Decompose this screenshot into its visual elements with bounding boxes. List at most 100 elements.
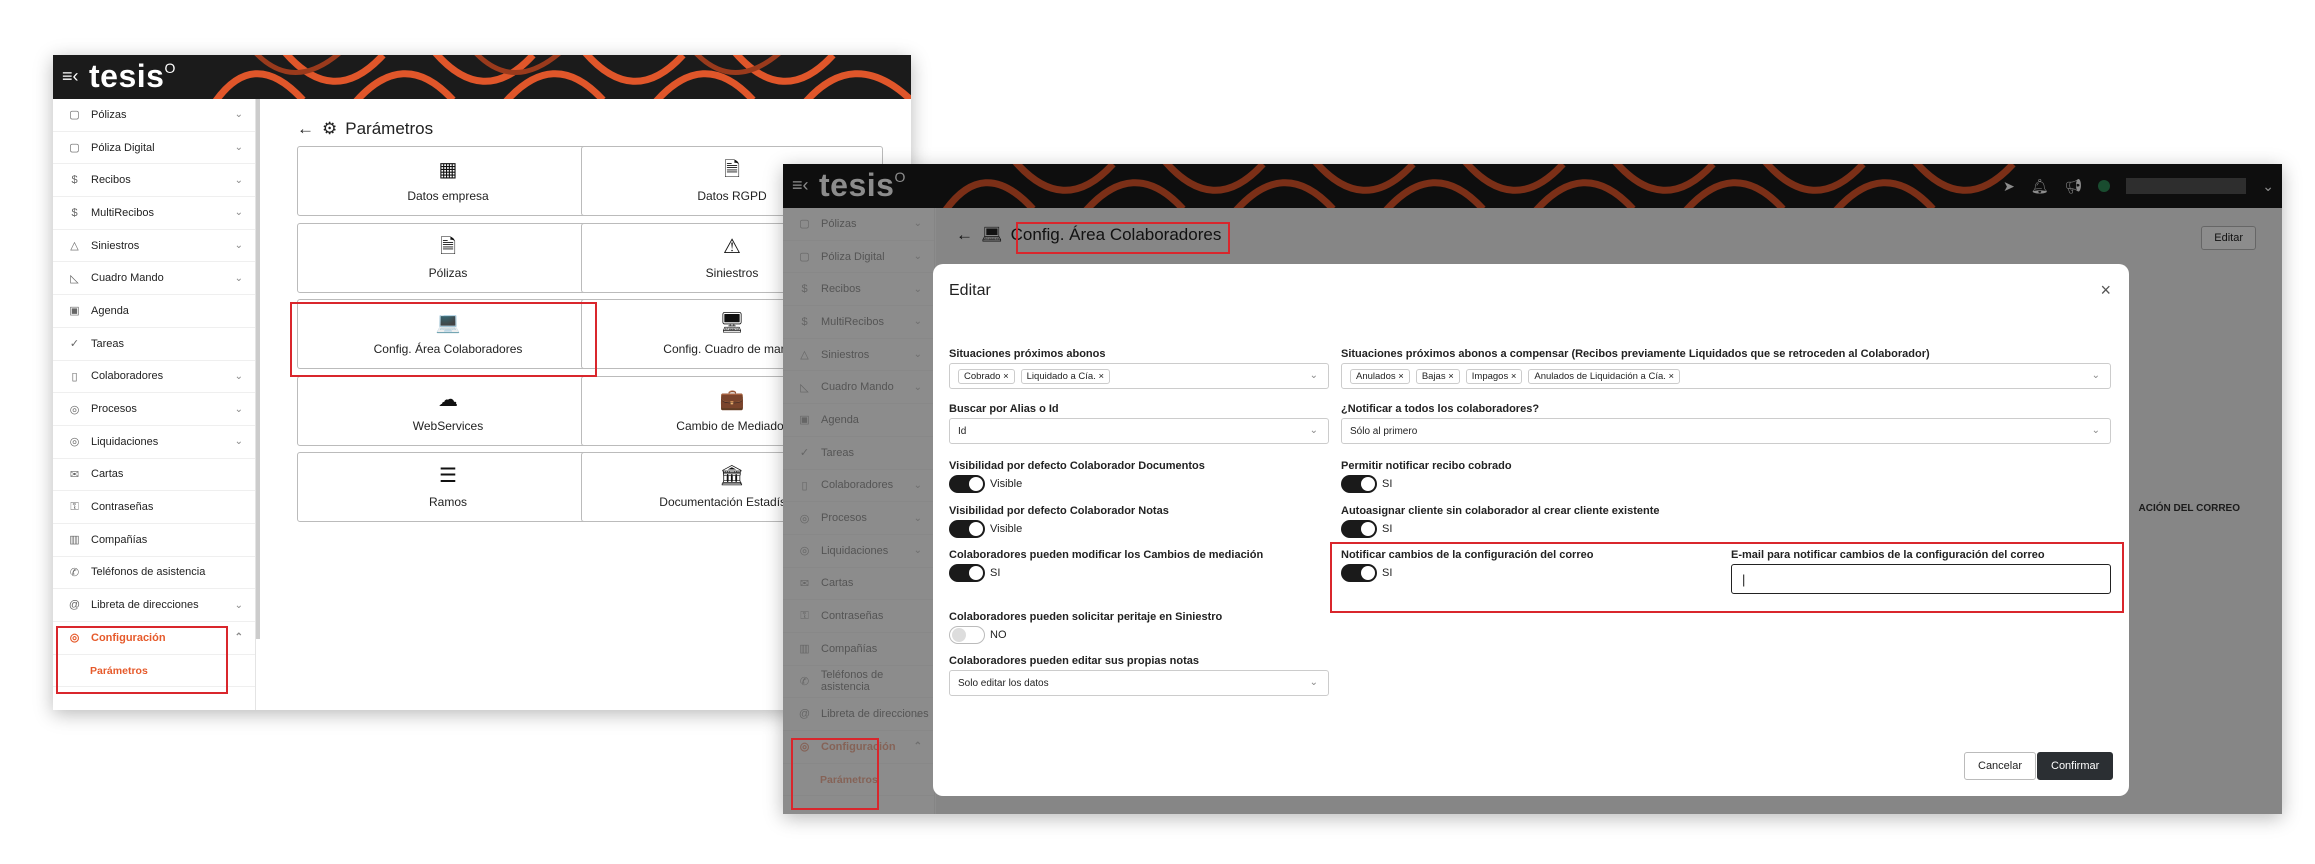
sidebar-item-configuracion[interactable]: ◎ Configuración ⌃ — [53, 622, 255, 655]
header-pattern — [213, 55, 911, 99]
sidebar-item-tareas[interactable]: ✓ Tareas — [53, 328, 255, 361]
editar-notas-select[interactable]: Solo editar los datos ⌄ — [949, 670, 1329, 696]
card-label: Pólizas — [428, 266, 468, 280]
confirm-button[interactable]: Confirmar — [2037, 752, 2114, 780]
card-label: Cambio de Mediador — [676, 419, 788, 433]
cancel-button[interactable]: Cancelar — [1964, 752, 2037, 780]
sidebar-item-cuadro-mando[interactable]: ◺ Cuadro Mando ⌄ — [53, 262, 255, 296]
sidebar-item-label: Libreta de direcciones — [91, 599, 199, 612]
card-label: Datos RGPD — [697, 189, 767, 203]
buscar-select[interactable]: Id ⌄ — [949, 418, 1329, 444]
mod-mediacion-toggle[interactable]: SI — [949, 564, 1000, 582]
switch[interactable] — [949, 564, 985, 582]
chip[interactable]: Bajas × — [1415, 368, 1460, 384]
notificar-todos-label: ¿Notificar a todos los colaboradores? — [1341, 403, 1540, 415]
dollar-icon: $ — [71, 206, 78, 219]
chevron-down-icon: ⌄ — [234, 403, 243, 415]
sidebar-item-label: Cuadro Mando — [91, 272, 164, 285]
notif-cambios-toggle[interactable]: SI — [1341, 564, 1392, 582]
autoasignar-toggle[interactable]: SI — [1341, 520, 1392, 538]
sidebar-item-agenda[interactable]: ▣ Agenda — [53, 295, 255, 328]
peritaje-label: Colaboradores pueden solicitar peritaje … — [949, 611, 1223, 623]
card-label: WebServices — [412, 419, 484, 433]
chip[interactable]: Cobrado × — [958, 368, 1015, 384]
sidebar-item-poliza-digital[interactable]: ▢ Póliza Digital ⌄ — [53, 132, 255, 165]
card-icon: 🗎 — [439, 236, 457, 258]
switch[interactable] — [949, 475, 985, 493]
sidebar-item-cartas[interactable]: ✉ Cartas — [53, 459, 255, 492]
sidebar-item-multirecibos[interactable]: $ MultiRecibos ⌄ — [53, 197, 255, 230]
app-logo[interactable]: tesisO — [89, 58, 176, 95]
at-icon: @ — [68, 599, 81, 612]
card-icon: 🏛 — [719, 465, 745, 487]
switch[interactable] — [1341, 475, 1377, 493]
switch[interactable] — [1341, 520, 1377, 538]
config-icon: ◎ — [69, 632, 80, 645]
sidebar-item-polizas[interactable]: ▢ Pólizas ⌄ — [53, 99, 255, 132]
card-webservices[interactable]: ☁ WebServices — [297, 376, 599, 446]
sidebar-item-label: Parámetros — [90, 664, 148, 677]
card-icon: 🗎 — [723, 159, 741, 181]
sidebar-item-companias[interactable]: ▥ Compañías — [53, 524, 255, 557]
card-label: Datos empresa — [407, 189, 489, 203]
sidebar-item-recibos[interactable]: $ Recibos ⌄ — [53, 164, 255, 198]
peritaje-toggle[interactable]: NO — [949, 626, 1007, 644]
buscar-label: Buscar por Alias o Id — [949, 403, 1059, 415]
sidebar-item-label: Compañías — [91, 533, 148, 546]
top-bar: ≡‹ tesisO — [53, 55, 911, 99]
editar-notas-label: Colaboradores pueden editar sus propias … — [949, 655, 1199, 667]
document-icon: ▢ — [69, 109, 80, 122]
sidebar-item-telefonos-de-asistencia[interactable]: ✆ Teléfonos de asistencia — [53, 557, 255, 590]
settle-icon: ◎ — [69, 436, 80, 449]
notificar-todos-value: Sólo al primero — [1350, 425, 1418, 437]
notificar-todos-select[interactable]: Sólo al primero ⌄ — [1341, 418, 2111, 444]
permitir-notif-toggle[interactable]: SI — [1341, 475, 1392, 493]
chevron-down-icon: ⌄ — [1309, 677, 1318, 688]
mod-mediacion-label: Colaboradores pueden modificar los Cambi… — [949, 549, 1264, 561]
vis-doc-toggle[interactable]: Visible — [949, 475, 1022, 493]
buscar-value: Id — [958, 425, 967, 437]
sit-prox-compensar-select[interactable]: Anulados × Bajas × Impagos × Anulados de… — [1341, 363, 2111, 389]
chip[interactable]: Anulados × — [1350, 368, 1410, 384]
toggle-text: SI — [1382, 523, 1393, 535]
gear-icon: ⚙ — [322, 119, 338, 138]
chevron-down-icon: ⌄ — [234, 142, 243, 154]
sidebar-item-liquidaciones[interactable]: ◎ Liquidaciones ⌄ — [53, 426, 255, 459]
sidebar-item-procesos[interactable]: ◎ Procesos ⌄ — [53, 393, 255, 426]
sidebar-item-colaboradores[interactable]: ▯ Colaboradores ⌄ — [53, 361, 255, 394]
sidebar-subitem-parametros[interactable]: Parámetros — [53, 655, 255, 688]
process-icon: ◎ — [69, 403, 80, 416]
chip[interactable]: Liquidado a Cía. × — [1020, 368, 1111, 384]
card-config-area-colaboradores[interactable]: 💻 Config. Área Colaboradores — [297, 299, 599, 369]
modal-title: Editar — [949, 282, 991, 299]
check-icon: ✓ — [69, 338, 80, 351]
card-icon: 💻 — [435, 312, 461, 334]
hamburger-collapse-icon[interactable]: ≡‹ — [62, 65, 79, 87]
chip[interactable]: Impagos × — [1465, 368, 1523, 384]
sit-prox-abonos-select[interactable]: Cobrado × Liquidado a Cía. × ⌄ — [949, 363, 1329, 389]
warning-icon: △ — [70, 240, 79, 253]
chip[interactable]: Anulados de Liquidación a Cía. × — [1528, 368, 1681, 384]
switch[interactable] — [949, 520, 985, 538]
chevron-down-icon: ⌄ — [234, 240, 243, 252]
sidebar-item-siniestros[interactable]: △ Siniestros ⌄ — [53, 230, 255, 263]
back-arrow-icon[interactable]: ← — [297, 119, 314, 139]
chart-icon: ◺ — [70, 272, 79, 285]
switch[interactable] — [1341, 564, 1377, 582]
switch[interactable] — [949, 626, 985, 644]
card-polizas[interactable]: 🗎 Pólizas — [297, 223, 599, 293]
card-icon: ▦ — [438, 159, 458, 181]
phone-icon: ✆ — [69, 566, 80, 579]
sidebar-item-libreta-de-direcciones[interactable]: @ Libreta de direcciones ⌄ — [53, 589, 255, 622]
vis-notas-toggle[interactable]: Visible — [949, 520, 1022, 538]
card-datos-empresa[interactable]: ▦ Datos empresa — [297, 146, 599, 216]
sidebar-item-label: Teléfonos de asistencia — [91, 566, 206, 579]
sidebar-item-label: Póliza Digital — [91, 141, 155, 154]
person-icon: ▯ — [71, 370, 78, 383]
card-ramos[interactable]: ☰ Ramos — [297, 452, 599, 522]
email-notif-input[interactable]: | — [1731, 564, 2111, 594]
sidebar-item-contrasenas[interactable]: ⚿ Contraseñas — [53, 491, 255, 524]
card-icon: ☰ — [439, 465, 457, 487]
close-icon[interactable]: × — [2100, 280, 2111, 301]
dollar-icon: $ — [71, 174, 78, 187]
